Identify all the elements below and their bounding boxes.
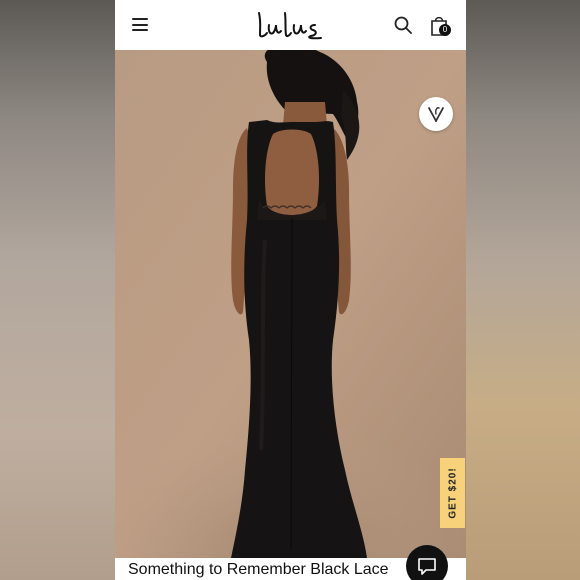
mobile-screen: 0 GET $20! Something to Remember Black L… [115, 0, 466, 580]
dress-model-illustration [115, 50, 466, 558]
wishlist-button[interactable] [419, 97, 453, 131]
get-20-promo-tab[interactable]: GET $20! [440, 458, 465, 528]
promo-label: GET $20! [447, 467, 458, 519]
heart-v-icon [428, 107, 444, 122]
chat-button[interactable] [406, 545, 448, 580]
menu-icon[interactable] [132, 18, 148, 31]
product-image[interactable] [115, 50, 466, 558]
product-title: Something to Remember Black Lace [128, 561, 389, 578]
top-navigation-bar: 0 [115, 0, 466, 50]
search-icon[interactable] [394, 16, 412, 34]
lulus-logo[interactable] [255, 9, 325, 41]
chat-icon [418, 558, 436, 575]
cart-count-badge: 0 [439, 24, 451, 36]
blurred-background-right [465, 0, 580, 580]
blurred-background-left [0, 0, 115, 580]
